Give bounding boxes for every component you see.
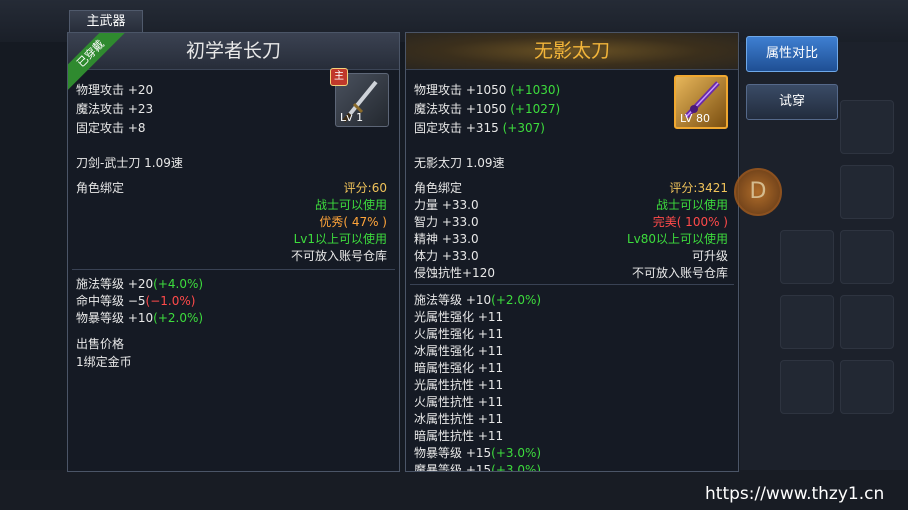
extra-stat: 火属性抗性 +11 xyxy=(414,393,503,410)
sell-price-value: 1绑定金币 xyxy=(76,355,132,369)
attr-line: 力量 +33.0 xyxy=(414,198,479,212)
item-score: 评分:60 xyxy=(343,181,387,195)
try-on-button[interactable]: 试穿 xyxy=(746,84,838,120)
divider xyxy=(410,284,734,285)
extra-stat: 命中等级 −5(−1.0%) xyxy=(76,292,195,309)
attr-line: 智力 +33.0 xyxy=(414,215,479,229)
inventory-slot xyxy=(780,360,834,414)
extra-stat: 冰属性抗性 +11 xyxy=(414,410,503,427)
inventory-slot xyxy=(780,295,834,349)
divider xyxy=(72,269,395,270)
extra-stat: 暗属性抗性 +11 xyxy=(414,427,503,444)
inventory-slot xyxy=(840,295,894,349)
compare-item-panel: 无影太刀 LV 80 物理攻击 +1050 (+1030) 魔法攻击 +1050… xyxy=(405,32,739,472)
tab-main-weapon[interactable]: 主武器 xyxy=(69,10,143,34)
compare-attributes-button[interactable]: 属性对比 xyxy=(746,36,838,72)
upgradable-note: 可升级 xyxy=(691,249,728,263)
extra-stat: 光属性强化 +11 xyxy=(414,308,503,325)
watermark: https://www.thzy1.cn xyxy=(705,484,885,504)
stat-line: 物理攻击 +1050 (+1030) xyxy=(414,81,560,98)
extra-stat-delta: (+3.0%) xyxy=(491,463,542,472)
extra-stat: 物暴等级 +15(+3.0%) xyxy=(414,444,541,461)
item-quality: 优秀( 47% ) xyxy=(319,215,387,229)
sell-price-label: 出售价格 xyxy=(76,337,125,351)
storage-note: 不可放入账号仓库 xyxy=(290,249,387,263)
bind-status: 角色绑定 xyxy=(76,181,125,195)
extra-stat: 冰属性强化 +11 xyxy=(414,342,503,359)
extra-stat: 魔暴等级 +15(+3.0%) xyxy=(414,461,542,472)
level-requirement: Lv1以上可以使用 xyxy=(293,232,387,246)
item-type-line: 无影太刀 1.09速 xyxy=(414,156,505,170)
stat-line: 固定攻击 +8 xyxy=(76,121,146,135)
attr-line: 体力 +33.0 xyxy=(414,249,479,263)
attr-line: 侵蚀抗性+120 xyxy=(414,266,495,280)
stat-label: 物理攻击 +1050 xyxy=(414,83,507,97)
extra-stat-label: 魔暴等级 +15 xyxy=(414,463,492,472)
extra-stat-label: 光属性强化 +11 xyxy=(414,310,504,324)
extra-stat-label: 冰属性强化 +11 xyxy=(414,344,504,358)
item-title: 无影太刀 xyxy=(406,33,738,70)
extra-stat-label: 物暴等级 +15 xyxy=(414,446,492,460)
item-score: 评分:3421 xyxy=(669,181,728,195)
storage-note: 不可放入账号仓库 xyxy=(631,266,728,280)
equipped-item-panel: 已穿戴 初学者长刀 主 Lv 1 物理攻击 +20 魔法攻击 +23 固定攻击 … xyxy=(67,32,400,472)
extra-stat-delta: (+2.0%) xyxy=(491,293,542,307)
extra-stat: 火属性强化 +11 xyxy=(414,325,503,342)
stat-line: 固定攻击 +315 (+307) xyxy=(414,119,545,136)
item-type-line: 刀剑-武士刀 1.09速 xyxy=(76,156,183,170)
stat-line: 魔法攻击 +23 xyxy=(76,102,154,116)
stat-label: 固定攻击 +315 xyxy=(414,121,499,135)
bind-status: 角色绑定 xyxy=(414,181,463,195)
extra-stat-delta: (+2.0%) xyxy=(153,311,204,325)
inventory-slot xyxy=(780,230,834,284)
extra-stat-label: 暗属性强化 +11 xyxy=(414,361,504,375)
extra-stat-label: 施法等级 +20 xyxy=(76,277,154,291)
extra-stat-label: 火属性强化 +11 xyxy=(414,327,504,341)
class-requirement: 战士可以使用 xyxy=(655,198,728,212)
item-level: LV 80 xyxy=(680,112,710,125)
extra-stat-label: 暗属性抗性 +11 xyxy=(414,429,504,443)
item-icon[interactable]: LV 80 xyxy=(674,75,728,129)
grade-badge: D xyxy=(734,168,782,216)
item-icon[interactable]: 主 Lv 1 xyxy=(330,68,389,127)
inventory-slot xyxy=(840,100,894,154)
inventory-slot xyxy=(840,165,894,219)
extra-stat: 施法等级 +10(+2.0%) xyxy=(414,291,541,308)
item-quality: 完美( 100% ) xyxy=(652,215,728,229)
extra-stat-label: 冰属性抗性 +11 xyxy=(414,412,504,426)
class-requirement: 战士可以使用 xyxy=(314,198,387,212)
inventory-slot xyxy=(840,360,894,414)
level-requirement: Lv80以上可以使用 xyxy=(626,232,728,246)
stat-label: 魔法攻击 +1050 xyxy=(414,102,507,116)
attr-line: 精神 +33.0 xyxy=(414,232,479,246)
item-level: Lv 1 xyxy=(340,111,364,124)
extra-stat-delta: (+4.0%) xyxy=(153,277,204,291)
extra-stat-label: 物暴等级 +10 xyxy=(76,311,154,325)
extra-stat-delta: (+3.0%) xyxy=(491,446,542,460)
extra-stat-label: 施法等级 +10 xyxy=(414,293,492,307)
extra-stat-delta: (−1.0%) xyxy=(145,294,196,308)
stat-line: 物理攻击 +20 xyxy=(76,83,154,97)
stat-delta: (+1030) xyxy=(510,83,561,97)
extra-stat: 物暴等级 +10(+2.0%) xyxy=(76,309,203,326)
inventory-slot xyxy=(840,230,894,284)
stat-delta: (+1027) xyxy=(510,102,561,116)
extra-stat-label: 火属性抗性 +11 xyxy=(414,395,504,409)
extra-stat-label: 光属性抗性 +11 xyxy=(414,378,504,392)
extra-stat: 施法等级 +20(+4.0%) xyxy=(76,275,203,292)
extra-stat: 暗属性强化 +11 xyxy=(414,359,503,376)
stat-delta: (+307) xyxy=(502,121,545,135)
extra-stat: 光属性抗性 +11 xyxy=(414,376,503,393)
extra-stat-label: 命中等级 −5 xyxy=(76,294,146,308)
main-badge: 主 xyxy=(330,68,348,86)
stat-line: 魔法攻击 +1050 (+1027) xyxy=(414,100,560,117)
